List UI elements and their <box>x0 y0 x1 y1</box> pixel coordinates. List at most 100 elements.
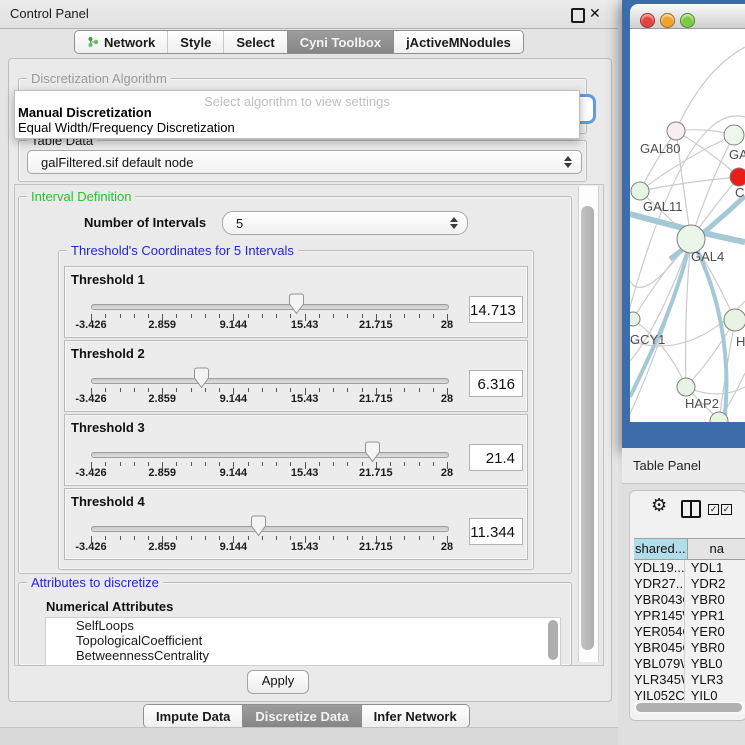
slider-track[interactable] <box>91 452 449 458</box>
tick-mark <box>148 462 149 466</box>
close-traffic-light[interactable] <box>640 13 655 28</box>
slider-handle[interactable] <box>364 441 381 463</box>
tick-mark <box>148 388 149 392</box>
table-row[interactable]: YBR045CYBR0 <box>634 640 745 656</box>
network-edge[interactable] <box>640 177 739 191</box>
tick-mark <box>319 388 320 392</box>
network-node[interactable] <box>730 168 745 186</box>
network-node[interactable] <box>667 122 685 140</box>
column-header[interactable]: shared... <box>634 539 688 559</box>
tick-mark <box>419 388 420 392</box>
tick-mark <box>433 388 434 392</box>
tick-label: 2.859 <box>137 541 187 553</box>
tab-impute-data[interactable]: Impute Data <box>144 705 242 727</box>
table-header-row: shared...na <box>634 538 745 560</box>
table-cell: YDL1 <box>685 560 745 576</box>
table-hscrollbar[interactable] <box>634 702 745 714</box>
threshold-value-field[interactable]: 11.344 <box>469 518 523 545</box>
threshold-value-field[interactable]: 6.316 <box>469 370 523 397</box>
tick-mark <box>347 314 348 318</box>
numerical-attributes-list[interactable]: SelfLoopsTopologicalCoefficientBetweenne… <box>45 617 561 666</box>
network-window-titlebar[interactable] <box>630 4 745 29</box>
table-row[interactable]: YDL19...YDL1 <box>634 560 745 576</box>
num-intervals-label: Number of Intervals <box>84 215 206 230</box>
attribute-list-item[interactable]: BetweennessCentrality <box>46 648 560 663</box>
slider-track[interactable] <box>91 304 449 310</box>
tab-discretize-data[interactable]: Discretize Data <box>242 705 360 727</box>
attribute-list-item[interactable]: TopologicalCoefficient <box>46 633 560 648</box>
tab-select[interactable]: Select <box>223 31 286 53</box>
checkbox-icon[interactable]: ✓ <box>708 504 719 515</box>
num-intervals-combobox[interactable]: 5 <box>222 211 468 235</box>
slider-handle[interactable] <box>250 515 267 537</box>
tick-mark <box>333 536 334 540</box>
minimize-traffic-light[interactable] <box>660 13 675 28</box>
network-node[interactable] <box>724 125 744 145</box>
tab-network[interactable]: Network <box>75 31 167 53</box>
network-node[interactable] <box>677 378 695 396</box>
apply-button[interactable]: Apply <box>247 670 309 694</box>
threshold-value-field[interactable]: 21.4 <box>469 444 523 471</box>
table-panel: ⚙ ✓ ✓ shared...naYDL19...YDL1YDR27...YDR… <box>629 490 745 721</box>
threshold-panel: Threshold 4-3.4262.8599.14415.4321.71528… <box>64 488 528 560</box>
attribute-list-item[interactable]: SelfLoops <box>46 618 560 633</box>
slider-track[interactable] <box>91 526 449 532</box>
slider-track[interactable] <box>91 378 449 384</box>
node-label: HAP2 <box>685 396 719 411</box>
dropdown-item[interactable]: Manual Discretization <box>18 105 152 120</box>
scrollbar-thumb[interactable] <box>581 206 594 650</box>
table-row[interactable]: YBR043CYBR0 <box>634 592 745 608</box>
table-row[interactable]: YBL079WYBL0 <box>634 656 745 672</box>
tick-label: 21.715 <box>351 467 401 479</box>
tick-mark <box>134 314 135 318</box>
checkbox-icon[interactable]: ✓ <box>721 504 732 515</box>
table-cell: YLR3 <box>685 672 745 688</box>
list-scrollbar[interactable] <box>548 620 558 660</box>
network-window: GAL80GACGAL11GAL4GCY1HHAP2 <box>622 0 745 448</box>
network-edge[interactable] <box>676 47 745 131</box>
panel-scrollbar[interactable] <box>578 186 599 662</box>
column-header[interactable]: na <box>688 539 745 559</box>
table-cell: YER0 <box>685 624 745 640</box>
dropdown-item[interactable]: Equal Width/Frequency Discretization <box>18 120 235 135</box>
slider-handle[interactable] <box>288 293 305 315</box>
table-row[interactable]: YLR345WYLR3 <box>634 672 745 688</box>
tick-mark <box>362 314 363 318</box>
threshold-label: Threshold 4 <box>71 494 145 509</box>
network-edge-thick[interactable] <box>691 239 726 422</box>
table-row[interactable]: YPR145WYPR1 <box>634 608 745 624</box>
threshold-panel: Threshold 3-3.4262.8599.14415.4321.71528… <box>64 414 528 486</box>
tick-mark <box>404 314 405 318</box>
tick-mark <box>105 388 106 392</box>
close-icon[interactable]: ✕ <box>589 5 601 22</box>
tab-cyni-toolbox[interactable]: Cyni Toolbox <box>287 31 393 53</box>
tick-mark <box>390 314 391 318</box>
network-canvas[interactable]: GAL80GACGAL11GAL4GCY1HHAP2 <box>630 29 745 422</box>
tab-infer-network[interactable]: Infer Network <box>361 705 469 727</box>
table-row[interactable]: YDR27...YDR2 <box>634 576 745 592</box>
float-icon[interactable] <box>571 8 585 23</box>
network-edge[interactable] <box>640 131 676 191</box>
top-tab-bar: NetworkStyleSelect Cyni Toolbox jActiveMNo… <box>74 30 524 54</box>
scrollbar-thumb[interactable] <box>636 703 742 712</box>
tick-mark <box>362 388 363 392</box>
table-data-combobox[interactable]: galFiltered.sif default node <box>27 150 582 174</box>
threshold-value-field[interactable]: 14.713 <box>469 296 523 323</box>
columns-icon[interactable] <box>681 500 701 518</box>
network-node[interactable] <box>630 312 640 326</box>
zoom-traffic-light[interactable] <box>680 13 695 28</box>
table-cell: YBR043C <box>634 592 685 608</box>
slider-handle[interactable] <box>193 367 210 389</box>
network-node[interactable] <box>631 182 649 200</box>
gear-icon[interactable]: ⚙ <box>651 495 667 516</box>
tick-mark <box>191 462 192 466</box>
tab-jactivemnodules[interactable]: jActiveMNodules <box>393 31 523 53</box>
tab-style[interactable]: Style <box>167 31 223 53</box>
network-node[interactable] <box>724 309 745 331</box>
tick-mark <box>120 536 121 540</box>
tick-mark <box>120 462 121 466</box>
table-row[interactable]: YER054CYER0 <box>634 624 745 640</box>
tab-label: Cyni Toolbox <box>300 35 381 50</box>
stepper-icon <box>564 155 572 169</box>
bottom-strip <box>0 728 618 745</box>
